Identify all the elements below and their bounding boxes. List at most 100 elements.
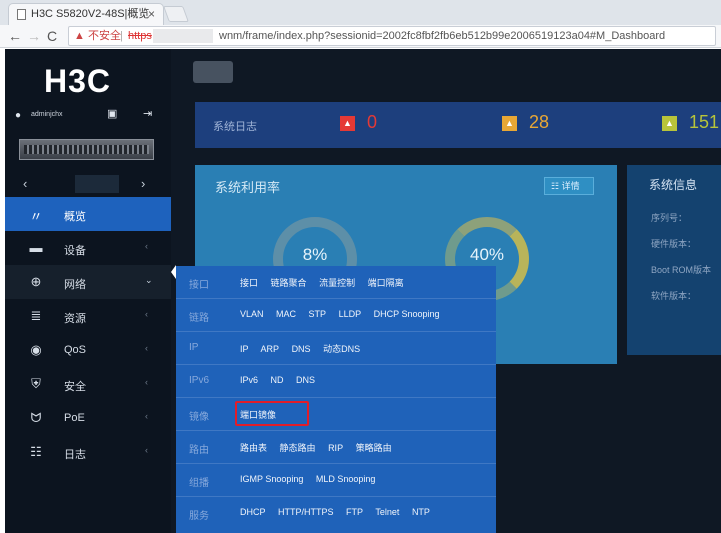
page-favicon-icon (17, 9, 26, 20)
menu-item-label: 网络 (64, 279, 86, 291)
close-tab-icon[interactable]: × (148, 4, 155, 24)
next-device-icon[interactable]: › (141, 176, 145, 191)
submenu-item[interactable]: HTTP/HTTPS (278, 507, 334, 517)
submenu-item[interactable]: NTP (412, 507, 430, 517)
menu-item-overview[interactable]: 〃 概览 (5, 197, 171, 231)
menu-item-label: QoS (64, 344, 87, 356)
submenu-item[interactable]: VLAN (240, 309, 264, 319)
shield-icon: ⛨ (31, 376, 41, 391)
url-path: wnm/frame/index.php?sessionid=2002fc8fbf… (219, 30, 666, 42)
menu-item-network[interactable]: ⊕ 网络 ⌄ (5, 265, 171, 299)
submenu-row-services: 服务 DHCP HTTP/HTTPS FTP Telnet NTP (176, 497, 496, 530)
browser-toolbar: ← → C ▲ 不安全 | https wnm/frame/index.php?… (0, 25, 721, 48)
submenu-item[interactable]: ND (271, 375, 284, 385)
submenu-item[interactable]: IPv6 (240, 375, 258, 385)
menu-item-log[interactable]: ☷ 日志 ‹ (5, 435, 171, 469)
insecure-label[interactable]: ▲ 不安全 (74, 27, 121, 45)
submenu-row-ipv6: IPv6 IPv6 ND DNS (176, 365, 496, 398)
info-alert-icon: ▲ (662, 116, 677, 131)
chevron-left-icon: ‹ (145, 241, 148, 251)
main-menu: 〃 概览 ▬ 设备 ‹ ⊕ 网络 ⌄ ≣ 资源 ‹ ◉ QoS ‹ ⛨ 安全 ‹… (5, 197, 171, 469)
logout-icon[interactable]: ⇥ (143, 107, 152, 120)
submenu-item[interactable]: 动态DNS (323, 344, 360, 354)
system-info-card: 系统信息 序列号： 硬件版本： Boot ROM版本 软件版本： (627, 165, 721, 355)
chevron-down-icon: ⌄ (145, 275, 153, 285)
submenu-item[interactable]: MLD Snooping (316, 474, 376, 484)
submenu-item[interactable]: 端口隔离 (368, 278, 404, 288)
address-bar[interactable]: ▲ 不安全 | https wnm/frame/index.php?sessio… (68, 26, 716, 46)
log-icon: ☷ (30, 444, 42, 459)
menu-item-device[interactable]: ▬ 设备 ‹ (5, 231, 171, 265)
user-row: ● adminjchx ▣ ⇥ (15, 107, 165, 123)
memory-value: 40% (469, 245, 505, 264)
submenu-item[interactable]: 流量控制 (319, 278, 355, 288)
system-log-bar: 系统日志 ▲ 0 ▲ 28 ▲ 151 (195, 102, 721, 148)
menu-item-security[interactable]: ⛨ 安全 ‹ (5, 367, 171, 401)
submenu-item[interactable]: 链路聚合 (271, 278, 307, 288)
submenu-item[interactable]: 路由表 (240, 443, 267, 453)
database-icon: ≣ (30, 308, 42, 323)
submenu-item[interactable]: 静态路由 (280, 443, 316, 453)
submenu-item[interactable]: IP (240, 344, 249, 354)
menu-item-qos[interactable]: ◉ QoS ‹ (5, 333, 171, 367)
system-log-title: 系统日志 (213, 121, 257, 133)
warning-count[interactable]: 28 (529, 112, 549, 133)
boot-rom-version-label: Boot ROM版本 (651, 265, 712, 275)
device-switcher: ‹ › (5, 175, 171, 195)
submenu-item[interactable]: IGMP Snooping (240, 474, 303, 484)
prev-device-icon[interactable]: ‹ (23, 176, 27, 191)
submenu-category: 镜像 (189, 412, 209, 423)
network-submenu: 接口 接口 链路聚合 流量控制 端口隔离 链路 VLAN MAC STP LLD… (176, 266, 496, 533)
menu-item-label: 设备 (64, 245, 86, 257)
submenu-item[interactable]: DHCP Snooping (374, 309, 440, 319)
submenu-item[interactable]: Telnet (375, 507, 399, 517)
submenu-item[interactable]: RIP (328, 443, 343, 453)
submenu-item[interactable]: DNS (296, 375, 315, 385)
chevron-left-icon: ‹ (145, 343, 148, 353)
h3c-logo: H3C (44, 63, 112, 99)
submenu-item[interactable]: 接口 (240, 278, 258, 288)
submenu-category: IPv6 (189, 375, 210, 386)
submenu-item[interactable]: 策略路由 (356, 443, 392, 453)
browser-tab[interactable]: H3C S5820V2-48S|概览 × (8, 3, 164, 25)
url-host: https (128, 30, 152, 42)
critical-count[interactable]: 0 (367, 112, 377, 133)
serial-number-label: 序列号： (651, 213, 688, 223)
menu-item-poe[interactable]: ᗢ PoE ‹ (5, 401, 171, 435)
details-button[interactable]: ☷ 详情 (544, 177, 594, 195)
submenu-category: 服务 (189, 511, 209, 522)
submenu-item[interactable]: DNS (292, 344, 311, 354)
chevron-left-icon: ‹ (145, 309, 148, 319)
menu-item-label: 概览 (64, 211, 86, 223)
submenu-item[interactable]: MAC (276, 309, 296, 319)
system-info-title: 系统信息 (649, 178, 698, 192)
submenu-row-multicast: 组播 IGMP Snooping MLD Snooping (176, 464, 496, 497)
device-panel-image (19, 139, 154, 160)
submenu-item[interactable]: FTP (346, 507, 363, 517)
critical-alert-icon: ▲ (340, 116, 355, 131)
menu-item-label: 日志 (64, 449, 86, 461)
save-icon[interactable]: ▣ (107, 107, 117, 120)
submenu-item[interactable]: ARP (261, 344, 280, 354)
reload-icon[interactable]: C (47, 28, 57, 44)
address-separator: | (120, 30, 123, 42)
globe-icon: ⊕ (30, 274, 42, 289)
menu-item-label: 资源 (64, 313, 86, 325)
menu-item-resources[interactable]: ≣ 资源 ‹ (5, 299, 171, 333)
username: adminjchx (31, 111, 63, 118)
submenu-item[interactable]: STP (309, 309, 327, 319)
info-count[interactable]: 151 (689, 112, 719, 133)
software-version-label: 软件版本： (651, 291, 697, 301)
sidebar: H3C ● adminjchx ▣ ⇥ ‹ › 〃 概览 ▬ 设备 ‹ ⊕ 网络… (5, 49, 171, 533)
new-tab-button[interactable] (163, 6, 189, 22)
poe-icon: ᗢ (30, 410, 42, 425)
forward-icon[interactable]: → (27, 28, 41, 44)
submenu-row-link: 链路 VLAN MAC STP LLDP DHCP Snooping (176, 299, 496, 332)
back-icon[interactable]: ← (8, 28, 22, 44)
user-icon: ● (15, 110, 22, 121)
submenu-item[interactable]: DHCP (240, 507, 266, 517)
chevron-left-icon: ‹ (145, 377, 148, 387)
submenu-item[interactable]: LLDP (339, 309, 362, 319)
submenu-category: 组播 (189, 478, 209, 489)
chevron-left-icon: ‹ (145, 411, 148, 421)
